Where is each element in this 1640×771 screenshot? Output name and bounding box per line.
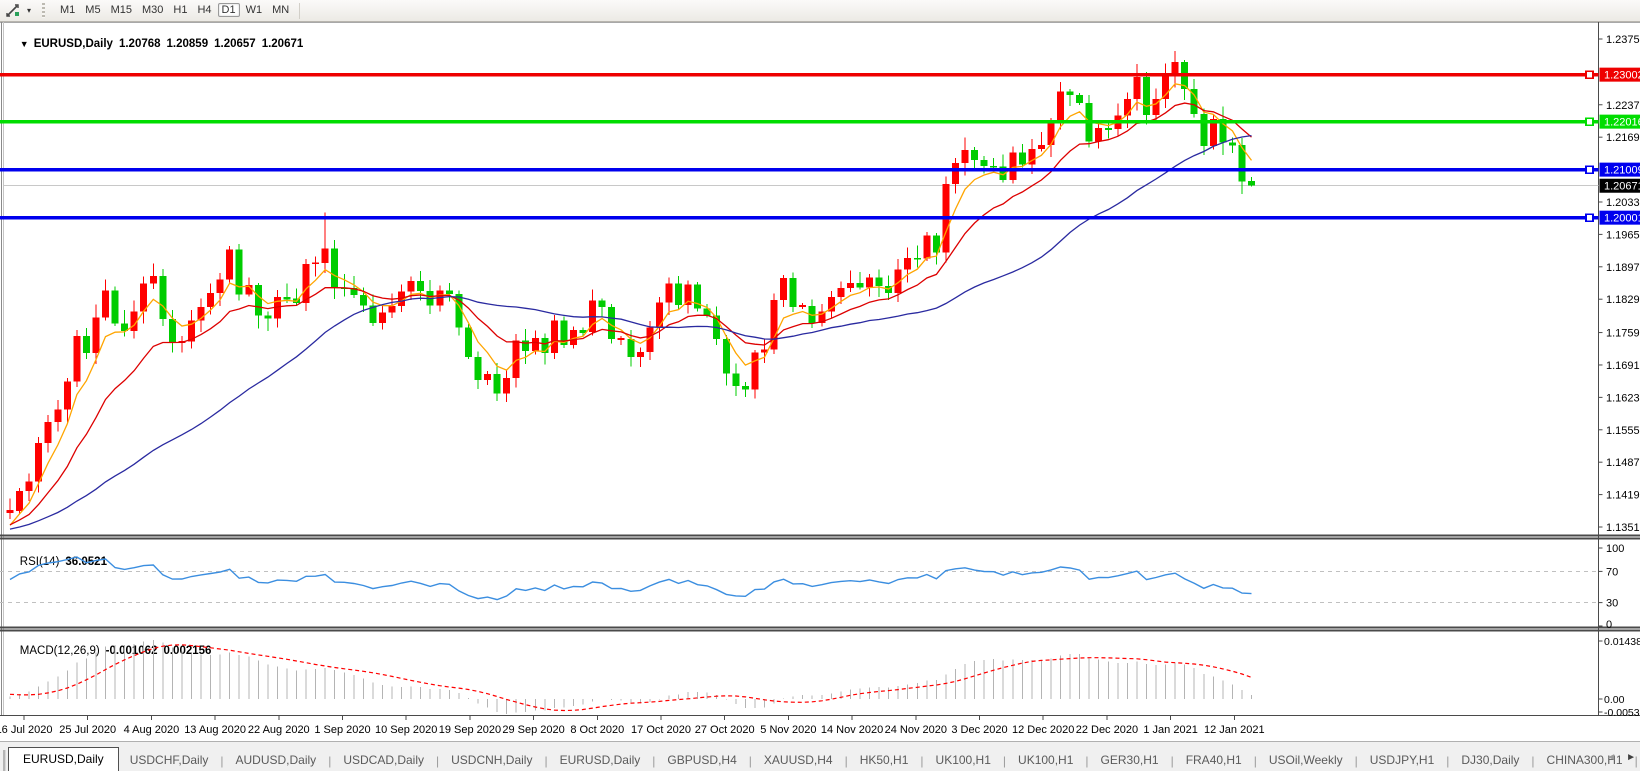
svg-text:19 Sep 2020: 19 Sep 2020 <box>439 724 501 736</box>
svg-text:1.22016: 1.22016 <box>1604 117 1640 129</box>
svg-text:12 Dec 2020: 12 Dec 2020 <box>1012 724 1074 736</box>
tab-item-hk50-h1[interactable]: HK50,H1 <box>849 750 920 771</box>
tabbar-grip[interactable] <box>3 750 6 771</box>
tab-item-audusd-daily[interactable]: AUDUSD,Daily <box>225 750 328 771</box>
svg-text:1.15550: 1.15550 <box>1606 425 1640 437</box>
svg-text:10 Sep 2020: 10 Sep 2020 <box>375 724 437 736</box>
svg-text:24 Nov 2020: 24 Nov 2020 <box>885 724 947 736</box>
svg-text:1.16910: 1.16910 <box>1606 360 1640 372</box>
svg-text:1.14190: 1.14190 <box>1606 490 1640 502</box>
tab-item-usoil-weekly[interactable]: USOil,Weekly <box>1258 750 1354 771</box>
svg-text:1 Jan 2021: 1 Jan 2021 <box>1143 724 1197 736</box>
svg-text:1.19650: 1.19650 <box>1606 229 1640 241</box>
svg-text:17 Oct 2020: 17 Oct 2020 <box>631 724 691 736</box>
svg-text:12 Jan 2021: 12 Jan 2021 <box>1204 724 1265 736</box>
tab-item-gbpusd-h4[interactable]: GBPUSD,H4 <box>656 750 747 771</box>
svg-text:1.22370: 1.22370 <box>1606 100 1640 112</box>
tab-item-usdcnh-daily[interactable]: USDCNH,Daily <box>440 750 543 771</box>
svg-text:100: 100 <box>1606 543 1624 555</box>
date-axis[interactable]: 16 Jul 2020 25 Jul 2020 4 Aug 2020 13 Aug 2… <box>0 716 1265 736</box>
tabs-scroll-right-icon[interactable]: ► <box>1626 752 1636 763</box>
chart-canvas[interactable]: 1.23750 1.22370 1.21690 1.20330 1.19650 1.189… <box>0 0 1640 771</box>
svg-text:1.20330: 1.20330 <box>1606 197 1640 209</box>
price-chip-1.20001: 1.20001 <box>1600 211 1640 225</box>
svg-text:16 Jul 2020: 16 Jul 2020 <box>0 724 52 736</box>
svg-text:1.13510: 1.13510 <box>1606 522 1640 534</box>
tab-item-fra40-h1[interactable]: FRA40,H1 <box>1175 750 1253 771</box>
svg-text:1.20671: 1.20671 <box>1604 181 1640 193</box>
tab-item-usdchf-daily[interactable]: USDCHF,Daily <box>119 750 220 771</box>
horizontal-line-1.21009[interactable] <box>0 166 1599 173</box>
svg-text:30: 30 <box>1606 598 1618 610</box>
tab-scroll-arrows: ◄ ► <box>1606 752 1636 763</box>
price-chip-1.23002: 1.23002 <box>1600 68 1640 82</box>
chart-tab-bar: EURUSD,DailyUSDCHF,Daily|AUDUSD,Daily|US… <box>0 741 1640 771</box>
svg-text:8 Oct 2020: 8 Oct 2020 <box>570 724 624 736</box>
svg-text:22 Aug 2020: 22 Aug 2020 <box>248 724 310 736</box>
price-axis[interactable]: 1.23750 1.22370 1.21690 1.20330 1.19650 1.189… <box>1599 34 1640 534</box>
horizontal-line-1.20001[interactable] <box>0 214 1599 221</box>
svg-text:1.14870: 1.14870 <box>1606 457 1640 469</box>
svg-text:1.21690: 1.21690 <box>1606 132 1640 144</box>
svg-text:1 Sep 2020: 1 Sep 2020 <box>314 724 370 736</box>
horizontal-line-1.22016[interactable] <box>0 118 1599 125</box>
svg-text:1.18970: 1.18970 <box>1606 262 1640 274</box>
svg-text:1.23750: 1.23750 <box>1606 34 1640 46</box>
rsi-indicator: 100 70 30 0 <box>0 543 1624 631</box>
macd-indicator <box>10 640 1252 714</box>
svg-text:0.014384: 0.014384 <box>1604 636 1640 648</box>
svg-text:14 Nov 2020: 14 Nov 2020 <box>821 724 883 736</box>
tab-item-eurusd-daily[interactable]: EURUSD,Daily <box>8 747 119 771</box>
tab-item-eurusd-daily[interactable]: EURUSD,Daily <box>549 750 652 771</box>
svg-text:1.21009: 1.21009 <box>1604 165 1640 177</box>
price-chip-1.22016: 1.22016 <box>1600 115 1640 129</box>
tab-item-uk100-h1[interactable]: UK100,H1 <box>925 750 1002 771</box>
svg-text:0.00: 0.00 <box>1604 694 1625 706</box>
tab-item-dj30-daily[interactable]: DJ30,Daily <box>1450 750 1530 771</box>
moving-average-5 <box>10 84 1252 526</box>
tab-item-ger30-h1[interactable]: GER30,H1 <box>1090 750 1170 771</box>
panel-borders <box>0 22 1640 716</box>
svg-text:1.23002: 1.23002 <box>1604 70 1640 82</box>
svg-text:-0.005396: -0.005396 <box>1604 707 1640 719</box>
price-chip-1.21009: 1.21009 <box>1600 163 1640 177</box>
svg-text:25 Jul 2020: 25 Jul 2020 <box>59 724 116 736</box>
svg-text:1.16230: 1.16230 <box>1606 392 1640 404</box>
moving-average-13 <box>10 103 1252 525</box>
svg-text:13 Aug 2020: 13 Aug 2020 <box>184 724 246 736</box>
svg-text:27 Oct 2020: 27 Oct 2020 <box>695 724 755 736</box>
trading-terminal: ▾ M1M5M15M30H1H4D1W1MN ▼EURUSD,Daily1.20… <box>0 0 1640 771</box>
svg-text:1.20001: 1.20001 <box>1604 213 1640 225</box>
svg-text:70: 70 <box>1606 566 1618 578</box>
svg-text:22 Dec 2020: 22 Dec 2020 <box>1076 724 1138 736</box>
tab-item-uk100-h1[interactable]: UK100,H1 <box>1007 750 1084 771</box>
macd-axis[interactable]: 0.014384 0.00-0.005396 <box>1599 636 1640 719</box>
tab-item-usdjpy-h1[interactable]: USDJPY,H1 <box>1359 750 1445 771</box>
svg-text:29 Sep 2020: 29 Sep 2020 <box>502 724 564 736</box>
svg-text:3 Dec 2020: 3 Dec 2020 <box>951 724 1007 736</box>
svg-text:1.17590: 1.17590 <box>1606 328 1640 340</box>
tabs-scroll-left-icon[interactable]: ◄ <box>1606 752 1616 763</box>
svg-text:1.18290: 1.18290 <box>1606 294 1640 306</box>
svg-text:5 Nov 2020: 5 Nov 2020 <box>760 724 816 736</box>
tab-item-usdcad-daily[interactable]: USDCAD,Daily <box>332 750 435 771</box>
svg-text:0: 0 <box>1606 619 1612 631</box>
horizontal-line-1.23002[interactable] <box>0 71 1599 78</box>
current-price-chip: 1.20671 <box>1600 179 1640 193</box>
svg-text:4 Aug 2020: 4 Aug 2020 <box>124 724 180 736</box>
tab-item-xauusd-h4[interactable]: XAUUSD,H4 <box>753 750 844 771</box>
